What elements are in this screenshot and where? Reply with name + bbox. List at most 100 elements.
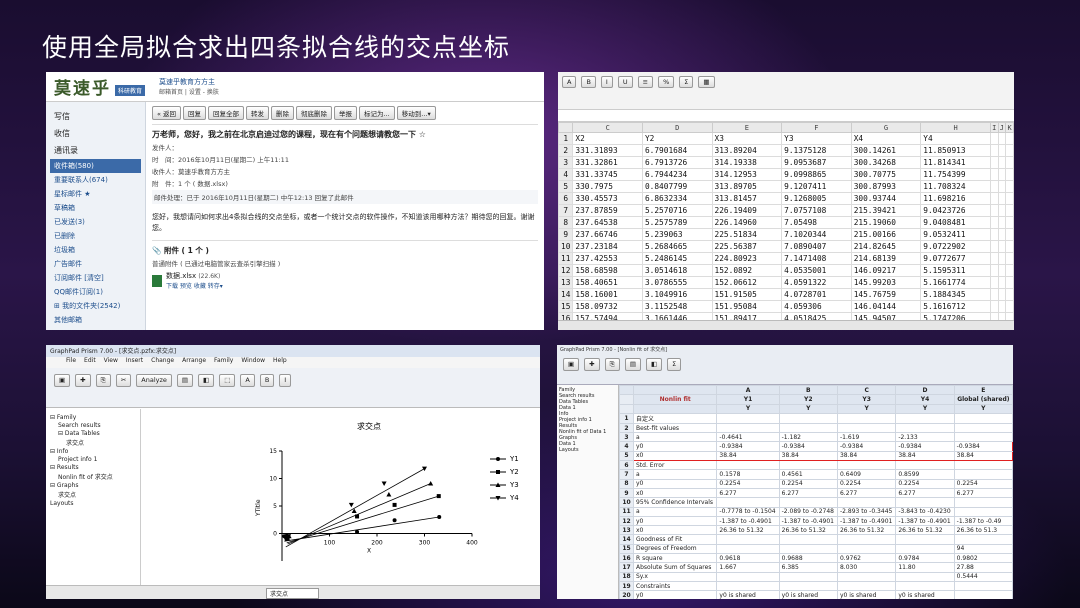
data-cell[interactable]: 5.1661774	[920, 276, 991, 289]
result-cell[interactable]: 38.84	[716, 450, 780, 462]
result-cell[interactable]: 94	[953, 543, 1013, 555]
result-cell[interactable]	[778, 422, 838, 434]
result-cell[interactable]: Sy.x	[632, 571, 718, 582]
row-number[interactable]: 4	[619, 441, 634, 452]
result-cell[interactable]: 26.36 to 51.32	[836, 525, 897, 536]
data-point[interactable]	[355, 529, 360, 534]
sidebar-item[interactable]: 收件箱(580)	[50, 159, 141, 173]
empty-cell[interactable]	[997, 276, 1007, 289]
row-header[interactable]: 5	[558, 180, 574, 193]
data-cell[interactable]: 237.64538	[572, 216, 643, 229]
result-cell[interactable]	[895, 543, 955, 555]
data-cell[interactable]: 300.87993	[850, 180, 922, 193]
data-cell[interactable]: 3.1152548	[641, 300, 713, 313]
data-cell[interactable]: 6.7913726	[641, 156, 713, 169]
result-cell[interactable]	[953, 460, 1013, 471]
empty-cell[interactable]	[997, 264, 1007, 277]
row-number[interactable]: 13	[619, 525, 634, 536]
row-number[interactable]: 2	[619, 422, 634, 434]
sidebar-item[interactable]: ⊞ 标签	[50, 327, 141, 330]
empty-cell[interactable]	[997, 180, 1007, 193]
sidebar-item[interactable]: 订阅邮件 [清空]	[50, 271, 141, 285]
data-cell[interactable]: 215.39421	[850, 204, 922, 217]
result-cell[interactable]	[716, 580, 780, 592]
navigator-item[interactable]: Project info 1	[50, 456, 136, 463]
result-cell[interactable]	[836, 543, 897, 555]
row-header[interactable]: 4	[558, 168, 574, 181]
data-cell[interactable]: 5.2575789	[641, 216, 713, 229]
result-cell[interactable]: -1.619	[836, 432, 897, 443]
toolbar-button[interactable]: 回复全部	[208, 106, 245, 120]
row-header[interactable]: 9	[558, 228, 574, 241]
result-cell[interactable]: y0	[632, 478, 718, 489]
result-cell[interactable]: -3.843 to -0.4230	[895, 506, 955, 517]
result-cell[interactable]: 26.36 to 51.32	[716, 525, 780, 536]
sidebar-item[interactable]: 写信	[50, 108, 141, 125]
result-cell[interactable]: -0.9384	[716, 441, 780, 452]
empty-cell[interactable]	[997, 132, 1007, 145]
row-number[interactable]: 7	[619, 469, 634, 480]
result-cell[interactable]: a	[632, 506, 718, 517]
navigator-item[interactable]: ⊟ Results	[50, 464, 136, 471]
result-cell[interactable]: R square	[632, 553, 718, 564]
result-cell[interactable]: -0.9384	[953, 441, 1013, 452]
result-cell[interactable]	[953, 412, 1013, 424]
result-cell[interactable]	[895, 580, 955, 592]
result-cell[interactable]	[778, 534, 838, 545]
result-cell[interactable]	[836, 422, 897, 434]
data-cell[interactable]: 4.0728701	[781, 288, 852, 301]
result-cell[interactable]	[778, 497, 838, 508]
data-cell[interactable]: 330.7975	[572, 180, 643, 193]
sheet-tabs[interactable]	[558, 320, 1014, 330]
data-cell[interactable]: 5.1884345	[920, 288, 991, 301]
result-cell[interactable]: 0.2254	[778, 478, 838, 489]
data-point[interactable]	[381, 481, 387, 486]
sidebar-item[interactable]: ⊞ 我的文件夹(2542)	[50, 299, 141, 313]
result-cell[interactable]	[953, 590, 1013, 599]
empty-cell[interactable]	[989, 192, 999, 205]
column-header[interactable]: E	[711, 122, 783, 133]
data-cell[interactable]: 330.45573	[572, 192, 643, 205]
result-cell[interactable]	[953, 469, 1013, 480]
empty-cell[interactable]	[1005, 204, 1014, 217]
result-cell[interactable]	[836, 580, 897, 592]
data-cell[interactable]: 331.32861	[572, 156, 643, 169]
sheet-selector[interactable]: 求交点	[266, 588, 320, 599]
result-cell[interactable]: 8.030	[836, 562, 897, 573]
empty-cell[interactable]	[1005, 300, 1014, 313]
data-cell[interactable]: 5.2486145	[641, 252, 713, 265]
result-cell[interactable]	[895, 412, 955, 424]
column-letter[interactable]: C	[836, 384, 897, 396]
data-cell[interactable]: 313.89705	[711, 180, 783, 193]
mail-header-links[interactable]: 邮箱首页 | 设置 - 换肤	[159, 87, 219, 96]
data-cell[interactable]: 7.0890407	[781, 240, 852, 253]
data-cell[interactable]: 215.19060	[850, 216, 922, 229]
empty-cell[interactable]	[1005, 288, 1014, 301]
data-cell[interactable]: 152.06612	[711, 276, 783, 289]
menu-item[interactable]: Edit	[84, 357, 96, 368]
result-cell[interactable]: y0 is shared	[716, 590, 780, 599]
data-point[interactable]	[392, 518, 397, 523]
data-cell[interactable]: 7.05498	[781, 216, 852, 229]
menu-item[interactable]: Family	[214, 357, 233, 368]
header-cell[interactable]: X2	[572, 132, 643, 145]
data-cell[interactable]: 215.00166	[850, 228, 922, 241]
column-header[interactable]: G	[850, 122, 922, 133]
empty-cell[interactable]	[997, 288, 1007, 301]
data-cell[interactable]: 225.51834	[711, 228, 783, 241]
result-cell[interactable]: 0.6409	[836, 469, 897, 480]
data-point[interactable]	[348, 502, 354, 508]
data-cell[interactable]: 300.34268	[850, 156, 922, 169]
row-number[interactable]: 3	[619, 432, 634, 443]
empty-cell[interactable]	[1005, 180, 1014, 193]
result-cell[interactable]: 38.84	[778, 450, 838, 462]
column-letter[interactable]: E	[953, 384, 1013, 396]
result-cell[interactable]: -2.089 to -0.2748	[778, 506, 838, 517]
result-cell[interactable]: -1.387 to -0.4901	[778, 515, 838, 527]
result-cell[interactable]	[716, 571, 780, 582]
result-cell[interactable]: a	[632, 469, 718, 480]
data-cell[interactable]: 11.814341	[920, 156, 991, 169]
column-header[interactable]: D	[641, 122, 713, 133]
result-cell[interactable]	[778, 543, 838, 555]
column-letter[interactable]: B	[778, 384, 838, 396]
